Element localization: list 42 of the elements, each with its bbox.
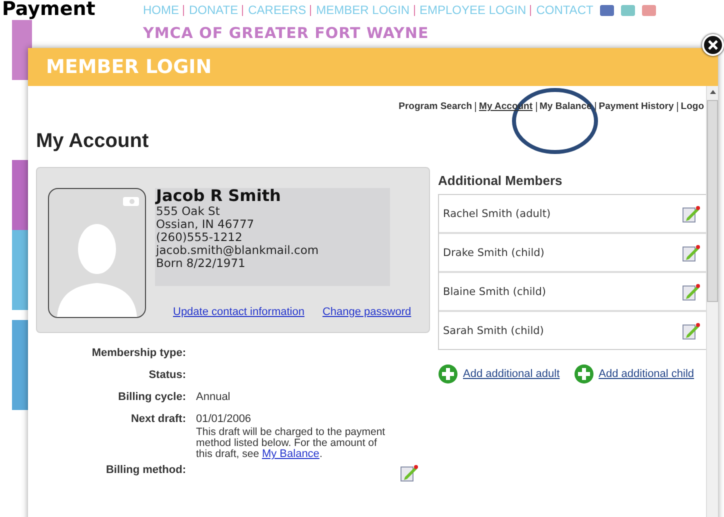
detail-label: Next draft: (130, 413, 186, 427)
add-member-label: Add additional adult (463, 368, 560, 380)
profile-link[interactable]: Change password (322, 306, 412, 318)
account-link[interactable]: Program Search (398, 102, 472, 112)
page-heading: Payment (2, 0, 96, 20)
modal-title: MEMBER LOGIN (46, 56, 212, 78)
profile-link[interactable]: Update contact information (173, 306, 304, 318)
plus-icon (438, 364, 458, 384)
edit-icon[interactable] (682, 204, 700, 222)
detail-label: Billing cycle: (117, 391, 186, 405)
edit-icon[interactable] (682, 244, 700, 262)
edit-icon[interactable] (682, 322, 700, 340)
close-icon[interactable] (702, 34, 724, 56)
detail-label: Status: (148, 369, 186, 383)
add-member-link[interactable]: Add additional adult (438, 364, 560, 384)
contact-line: Ossian, IN 46777 (156, 218, 256, 231)
contact-line: 555 Oak St (156, 205, 221, 218)
section-title: Additional Members (438, 173, 564, 188)
member-name: Jacob R Smith (156, 186, 282, 205)
edit-icon[interactable] (682, 282, 700, 300)
contact-line: (260)555-1212 (156, 231, 244, 244)
contact-line: jacob.smith@blankmail.com (156, 244, 320, 257)
contact-line: Born 8/22/1971 (156, 257, 246, 270)
detail-value: 01/01/2006 (196, 413, 252, 425)
site-title: YMCA OF GREATER FORT WAYNE (143, 24, 429, 42)
page-title: My Account (36, 130, 150, 153)
member-name: Blaine Smith (child) (443, 286, 546, 298)
detail-label: Membership type: (90, 347, 186, 361)
detail-label: Billing method: (104, 464, 186, 478)
member-name: Rachel Smith (adult) (443, 208, 551, 220)
account-link[interactable]: Payment History (594, 102, 674, 112)
add-member-link[interactable]: Add additional child (574, 364, 694, 384)
member-name: Drake Smith (child) (443, 246, 544, 258)
plus-icon (574, 364, 594, 384)
detail-value: Annual (196, 391, 232, 403)
edit-icon[interactable] (400, 464, 418, 482)
add-member-label: Add additional child (598, 368, 694, 380)
account-link[interactable]: Logo (676, 102, 704, 112)
member-name: Sarah Smith (child) (443, 324, 544, 336)
camera-icon (123, 195, 139, 206)
draft-note: This draft will be charged to the payment method listed below. For the amount of this draft, see My Balance. (196, 427, 386, 460)
balance-link[interactable]: My Balance (262, 448, 320, 460)
